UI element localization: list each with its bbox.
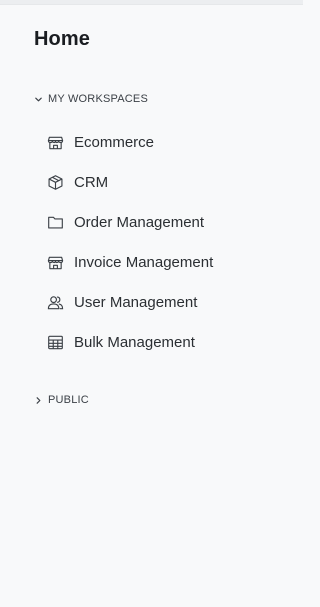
sidebar-item-label: Bulk Management — [74, 333, 195, 351]
page-title: Home — [34, 28, 90, 50]
store-icon — [46, 253, 64, 271]
sidebar-item-bulk-management[interactable]: Bulk Management — [46, 322, 286, 362]
sidebar-item-label: User Management — [74, 293, 198, 311]
section-header-public[interactable]: PUBLIC — [33, 394, 89, 406]
section-header-my-workspaces[interactable]: MY WORKSPACES — [33, 93, 148, 105]
sidebar-item-user-management[interactable]: User Management — [46, 282, 286, 322]
sidebar-item-crm[interactable]: CRM — [46, 162, 286, 202]
users-icon — [46, 293, 64, 311]
section-label: MY WORKSPACES — [48, 93, 148, 105]
chevron-right-icon — [33, 395, 44, 406]
sidebar: Home MY WORKSPACES Ecommerce CRM Order M… — [0, 0, 303, 607]
sidebar-item-label: Invoice Management — [74, 253, 214, 271]
sidebar-item-label: Ecommerce — [74, 133, 155, 151]
sidebar-item-label: CRM — [74, 173, 109, 191]
store-icon — [46, 133, 64, 151]
sidebar-item-invoice-management[interactable]: Invoice Management — [46, 242, 286, 282]
section-label: PUBLIC — [48, 394, 89, 406]
folder-icon — [46, 213, 64, 231]
sidebar-item-ecommerce[interactable]: Ecommerce — [46, 122, 286, 162]
table-icon — [46, 333, 64, 351]
workspace-list: Ecommerce CRM Order Management Invoice M… — [46, 122, 286, 362]
sidebar-item-order-management[interactable]: Order Management — [46, 202, 286, 242]
chevron-down-icon — [33, 94, 44, 105]
sidebar-item-label: Order Management — [74, 213, 205, 231]
box-icon — [46, 173, 64, 191]
